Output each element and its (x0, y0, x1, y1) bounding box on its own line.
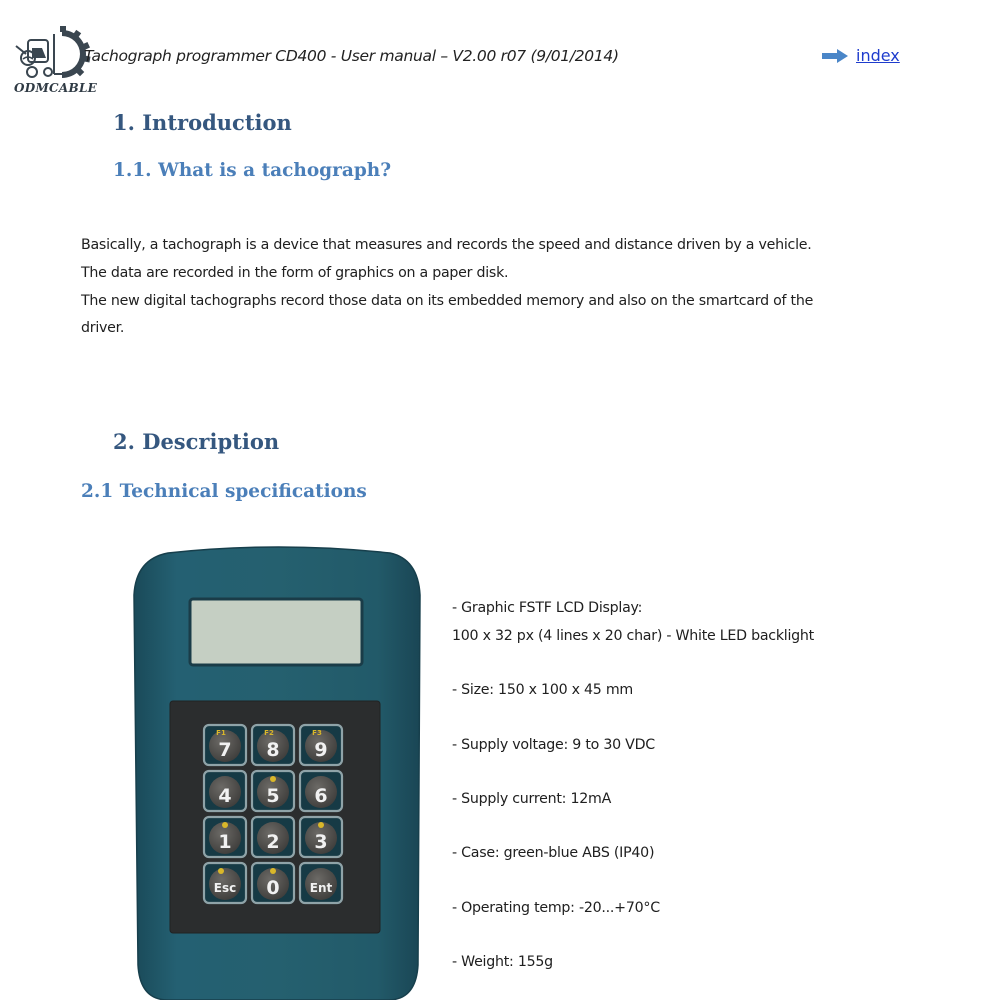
spec-supply-voltage: - Supply voltage: 9 to 30 VDC (452, 737, 655, 753)
section-heading-introduction: 1. Introduction (113, 110, 292, 135)
keypad-key-3[interactable]: 3 (298, 815, 344, 859)
keypad-key-2[interactable]: 2 (250, 815, 296, 859)
spec-size: - Size: 150 x 100 x 45 mm (452, 682, 633, 698)
lcd-display (188, 597, 364, 667)
keypad-key-5[interactable]: 5 (250, 769, 296, 813)
key-label: 2 (266, 831, 279, 853)
paragraph-line: The data are recorded in the form of gra… (81, 264, 509, 281)
subsection-heading-what-is-tachograph: 1.1. What is a tachograph? (113, 160, 392, 181)
key-label: 7 (218, 739, 231, 761)
keypad-key-8[interactable]: 8F2 (250, 723, 296, 767)
keypad-key-ent[interactable]: Ent (298, 861, 344, 905)
spec-display-detail: 100 x 32 px (4 lines x 20 char) - White … (452, 628, 814, 644)
cd400-device-photo: 7 F1 8 F2 9 F3 4 5 6 1 2 3 Esc 0 Ent (128, 545, 428, 1001)
keypad-key-9[interactable]: 9F3 (298, 723, 344, 767)
key-label: 5 (266, 785, 279, 807)
document-header-title: Tachograph programmer CD400 - User manua… (84, 47, 619, 65)
key-label: 6 (314, 785, 327, 807)
key-label: Esc (214, 881, 236, 895)
key-label: 4 (218, 785, 231, 807)
key-label: 1 (218, 831, 231, 853)
spec-supply-current: - Supply current: 12mA (452, 791, 612, 807)
key-label: 0 (266, 877, 279, 899)
paragraph-line: driver. (81, 320, 125, 337)
keypad-key-0[interactable]: 0 (250, 861, 296, 905)
subsection-heading-technical-specifications: 2.1 Technical specifications (81, 481, 367, 502)
spec-weight: - Weight: 155g (452, 954, 553, 970)
section-heading-description: 2. Description (113, 429, 280, 454)
spec-operating-temp: - Operating temp: -20...+70°C (452, 900, 660, 916)
spec-display: - Graphic FSTF LCD Display: (452, 600, 643, 616)
down-arrow-icon (270, 868, 276, 874)
keypad-key-6[interactable]: 6 (298, 769, 344, 813)
function-key-label: F2 (264, 729, 274, 737)
intro-paragraph: Basically, a tachograph is a device that… (81, 232, 941, 343)
index-link[interactable]: index (822, 46, 900, 65)
forklift-gear-icon (15, 26, 91, 78)
key-label: Ent (310, 881, 333, 895)
up-arrow-icon (270, 776, 276, 782)
keypad-key-4[interactable]: 4 (202, 769, 248, 813)
paragraph-line: The new digital tachographs record those… (81, 292, 814, 309)
left-arrow-icon (222, 822, 228, 828)
function-key-label: F1 (216, 729, 226, 737)
logo-text: ODMCABLE (14, 81, 98, 95)
keypad-key-7[interactable]: 7F1 (202, 723, 248, 767)
paragraph-line: Basically, a tachograph is a device that… (81, 237, 812, 253)
key-label: 3 (314, 831, 327, 853)
right-arrow-icon (822, 48, 848, 63)
spec-case: - Case: green-blue ABS (IP40) (452, 845, 655, 861)
odmcable-logo: ODMCABLE (4, 26, 98, 98)
I/O-icon (218, 868, 224, 874)
function-key-label: F3 (312, 729, 322, 737)
index-link-label[interactable]: index (856, 46, 900, 65)
keypad-key-1[interactable]: 1 (202, 815, 248, 859)
right-arrow-icon (318, 822, 324, 828)
keypad-key-esc[interactable]: Esc (202, 861, 248, 905)
key-label: 9 (314, 739, 327, 761)
key-label: 8 (266, 739, 279, 761)
